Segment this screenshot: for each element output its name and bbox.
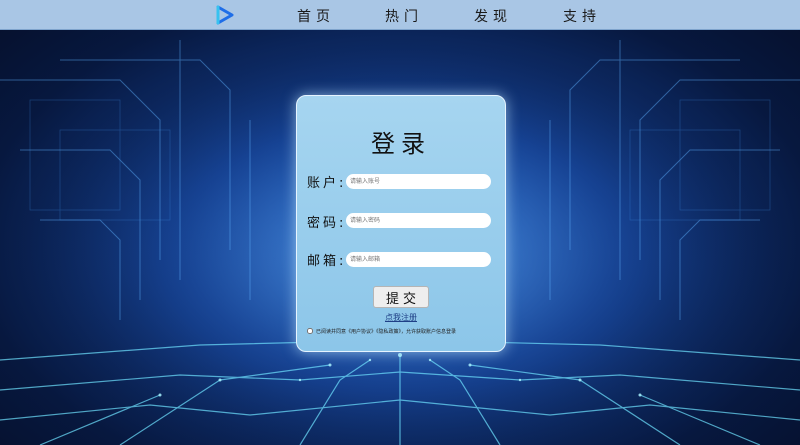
nav-support[interactable]: 支持 [563,6,601,26]
submit-button[interactable]: 提交 [373,286,429,308]
login-card: 登录 账户: 密码: 邮箱: 提交 点我注册 已阅读并同意《用户协议》《隐私政策… [296,95,506,352]
logo-icon[interactable] [214,4,236,26]
nav-hot[interactable]: 热门 [385,6,423,26]
email-input[interactable] [346,252,491,267]
password-input[interactable] [346,213,491,228]
nav-home[interactable]: 首页 [297,6,335,26]
account-input[interactable] [346,174,491,189]
login-title: 登录 [371,130,431,158]
email-label: 邮箱: [307,254,347,269]
account-label: 账户: [307,176,347,191]
nav-discover[interactable]: 发现 [474,6,512,26]
agreement-text: 已阅读并同意《用户协议》《隐私政策》，允许获取账户信息登录 [316,329,457,335]
top-navbar: 首页 热门 发现 支持 [0,0,800,30]
register-link[interactable]: 点我注册 [297,312,505,323]
password-label: 密码: [307,216,347,231]
agreement-row: 已阅读并同意《用户协议》《隐私政策》，允许获取账户信息登录 [307,328,499,338]
agreement-checkbox[interactable] [307,328,313,334]
